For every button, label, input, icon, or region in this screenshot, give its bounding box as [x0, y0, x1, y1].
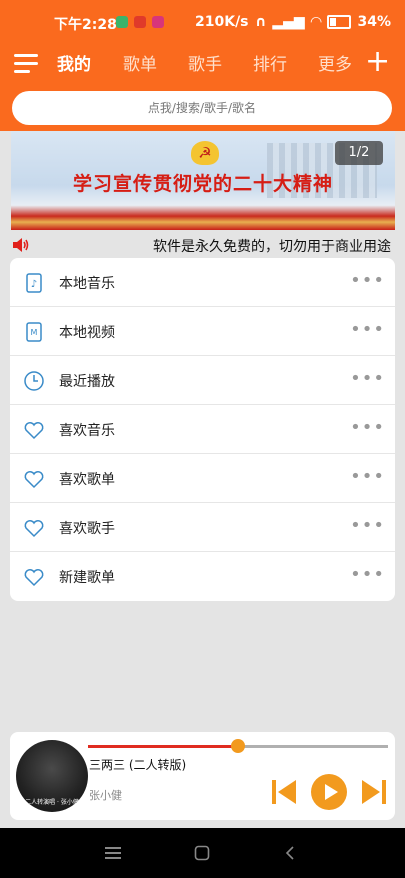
app-header: 下午2:28 210K/s ∩ ▂▄▆ ◠ 34% 我的 歌单 歌手 排行 更多… — [0, 0, 405, 131]
progress-thumb[interactable] — [231, 739, 245, 753]
shield-icon — [116, 16, 128, 28]
menu-icon[interactable] — [14, 54, 38, 74]
status-right: ∩ ▂▄▆ ◠ 34% — [255, 14, 391, 30]
list-item-fav-singers[interactable]: 喜欢歌手 ••• — [10, 503, 395, 552]
notice-marquee: 软件是永久免费的，切勿用于商业用途 — [11, 233, 395, 257]
list-item-fav-music[interactable]: 喜欢音乐 ••• — [10, 405, 395, 454]
play-icon[interactable] — [311, 774, 347, 810]
tab-more[interactable]: 更多 — [318, 50, 352, 75]
progress-bar[interactable] — [88, 739, 388, 753]
previous-icon[interactable] — [268, 776, 300, 808]
promo-banner[interactable]: ☭ 学习宣传贯彻党的二十大精神 1/2 — [11, 131, 395, 230]
app-notification-icon-2 — [152, 16, 164, 28]
heart-icon — [24, 569, 44, 587]
system-nav-bar — [0, 828, 405, 878]
app-notification-icon — [134, 16, 146, 28]
more-icon[interactable]: ••• — [350, 270, 385, 291]
back-icon[interactable] — [284, 845, 296, 861]
heart-icon — [24, 422, 44, 440]
song-title: 三两三 (二人转版) — [89, 758, 187, 772]
clock-icon — [24, 371, 44, 391]
list-item-label: 新建歌单 — [59, 570, 115, 586]
list-item-label: 本地音乐 — [59, 276, 115, 292]
next-icon[interactable] — [358, 776, 390, 808]
list-item-fav-playlists[interactable]: 喜欢歌单 ••• — [10, 454, 395, 503]
battery-percent: 34% — [357, 14, 391, 30]
list-item-local-music[interactable]: ♪ 本地音乐 ••• — [10, 258, 395, 307]
list-item-label: 喜欢音乐 — [59, 423, 115, 439]
cover-caption: 二人转演唱 · 张小健 — [25, 799, 79, 806]
tab-playlists[interactable]: 歌单 — [123, 50, 157, 75]
banner-page-indicator: 1/2 — [335, 141, 383, 165]
signal-icon: ▂▄▆ — [272, 14, 305, 30]
banner-title: 学习宣传贯彻党的二十大精神 — [72, 173, 333, 195]
headphones-icon: ∩ — [255, 14, 267, 30]
tab-singers[interactable]: 歌手 — [188, 50, 222, 75]
network-speed: 210K/s — [195, 14, 249, 30]
heart-icon — [24, 471, 44, 489]
wifi-icon: ◠ — [310, 14, 322, 30]
tab-mine[interactable]: 我的 — [57, 50, 91, 75]
video-file-icon: M — [26, 322, 42, 342]
list-item-local-video[interactable]: M 本地视频 ••• — [10, 307, 395, 356]
library-list: ♪ 本地音乐 ••• M 本地视频 ••• 最近播放 ••• 喜欢音乐 ••• … — [10, 258, 395, 601]
add-icon[interactable]: + — [365, 46, 390, 78]
music-file-icon: ♪ — [26, 273, 42, 293]
heart-icon — [24, 520, 44, 538]
more-icon[interactable]: ••• — [350, 515, 385, 536]
speaker-icon — [13, 238, 29, 252]
top-nav: 我的 歌单 歌手 排行 更多 + — [0, 46, 405, 82]
list-item-recent[interactable]: 最近播放 ••• — [10, 356, 395, 405]
tab-charts[interactable]: 排行 — [253, 50, 287, 75]
list-item-label: 本地视频 — [59, 325, 115, 341]
home-icon[interactable] — [194, 845, 210, 861]
status-bar: 下午2:28 210K/s ∩ ▂▄▆ ◠ 34% — [0, 10, 405, 36]
search-input[interactable]: 点我/搜索/歌手/歌名 — [12, 91, 392, 125]
more-icon[interactable]: ••• — [350, 466, 385, 487]
battery-icon — [327, 15, 352, 29]
list-item-label: 喜欢歌手 — [59, 521, 115, 537]
notice-text: 软件是永久免费的，切勿用于商业用途 — [153, 239, 391, 255]
svg-text:M: M — [31, 328, 38, 337]
mini-player: 二人转演唱 · 张小健 三两三 (二人转版) 张小健 — [10, 732, 395, 820]
svg-text:♪: ♪ — [31, 279, 37, 290]
progress-fill — [88, 745, 238, 748]
list-item-new-playlist[interactable]: 新建歌单 ••• — [10, 552, 395, 601]
album-cover[interactable]: 二人转演唱 · 张小健 — [16, 740, 88, 812]
more-icon[interactable]: ••• — [350, 564, 385, 585]
more-icon[interactable]: ••• — [350, 417, 385, 438]
more-icon[interactable]: ••• — [350, 368, 385, 389]
list-item-label: 喜欢歌单 — [59, 472, 115, 488]
recents-icon[interactable] — [105, 846, 121, 860]
list-item-label: 最近播放 — [59, 374, 115, 390]
emblem-icon: ☭ — [191, 141, 219, 165]
status-time: 下午2:28 — [54, 17, 117, 33]
song-artist: 张小健 — [89, 789, 122, 802]
more-icon[interactable]: ••• — [350, 319, 385, 340]
